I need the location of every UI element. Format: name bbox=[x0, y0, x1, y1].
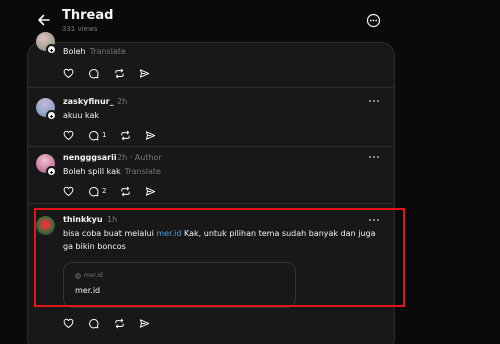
reply-count: 1 bbox=[102, 131, 107, 139]
comment-icon bbox=[89, 68, 99, 78]
more-dots-icon[interactable] bbox=[368, 99, 380, 103]
more-dots-icon[interactable] bbox=[368, 155, 380, 159]
reply-text: akuu kak bbox=[63, 111, 99, 120]
comment-button[interactable]: 2 bbox=[88, 185, 106, 197]
share-icon bbox=[139, 318, 150, 328]
translate-link[interactable]: Translate bbox=[90, 47, 126, 56]
repost-icon bbox=[121, 130, 130, 140]
action-bar: 1 bbox=[63, 129, 173, 141]
like-button[interactable] bbox=[63, 317, 74, 329]
top-bar: Thread 331 views bbox=[0, 0, 500, 40]
repost-icon bbox=[115, 318, 124, 328]
more-circle-icon[interactable] bbox=[366, 13, 381, 28]
reply-text: Boleh spill kak Translate bbox=[63, 167, 161, 176]
follow-plus-icon[interactable] bbox=[46, 110, 57, 121]
back-arrow-icon[interactable] bbox=[36, 12, 52, 28]
share-button[interactable] bbox=[145, 129, 156, 141]
follow-plus-icon[interactable] bbox=[46, 166, 57, 177]
share-icon bbox=[139, 68, 150, 78]
divider bbox=[28, 203, 394, 204]
like-button[interactable] bbox=[63, 185, 74, 197]
author-tag: · Author bbox=[129, 153, 162, 162]
heart-icon bbox=[63, 68, 74, 78]
timestamp: 2h bbox=[117, 97, 128, 106]
comment-button[interactable] bbox=[88, 317, 99, 329]
divider bbox=[28, 87, 394, 88]
repost-button[interactable] bbox=[114, 317, 125, 329]
repost-icon bbox=[115, 68, 124, 78]
reply-count: 2 bbox=[102, 187, 107, 195]
share-button[interactable] bbox=[139, 67, 150, 79]
action-bar: 2 bbox=[63, 185, 173, 197]
share-icon bbox=[145, 186, 156, 196]
comment-icon bbox=[89, 130, 99, 140]
repost-icon bbox=[121, 186, 130, 196]
share-button[interactable] bbox=[145, 185, 156, 197]
username[interactable]: zaskyfinur_ bbox=[63, 97, 114, 106]
action-bar bbox=[63, 67, 173, 79]
repost-button[interactable] bbox=[120, 129, 131, 141]
translate-link[interactable]: Translate bbox=[125, 167, 161, 176]
heart-icon bbox=[63, 130, 74, 140]
like-button[interactable] bbox=[63, 67, 74, 79]
follow-plus-icon[interactable] bbox=[46, 44, 57, 55]
heart-icon bbox=[63, 186, 74, 196]
like-button[interactable] bbox=[63, 129, 74, 141]
comment-button[interactable] bbox=[88, 67, 99, 79]
comment-icon bbox=[89, 318, 99, 328]
username[interactable]: nengggsarii bbox=[63, 153, 117, 162]
reply-text: Boleh Translate bbox=[63, 47, 126, 56]
highlight-box bbox=[34, 208, 405, 307]
share-button[interactable] bbox=[139, 317, 150, 329]
heart-icon bbox=[63, 318, 74, 328]
comment-button[interactable]: 1 bbox=[88, 129, 106, 141]
timestamp: 2h · Author bbox=[117, 153, 162, 162]
action-bar bbox=[63, 317, 173, 329]
repost-button[interactable] bbox=[120, 185, 131, 197]
repost-button[interactable] bbox=[114, 67, 125, 79]
comment-icon bbox=[89, 186, 99, 196]
share-icon bbox=[145, 130, 156, 140]
page-title: Thread bbox=[62, 8, 114, 23]
divider bbox=[28, 146, 394, 147]
view-count: 331 views bbox=[62, 25, 98, 33]
